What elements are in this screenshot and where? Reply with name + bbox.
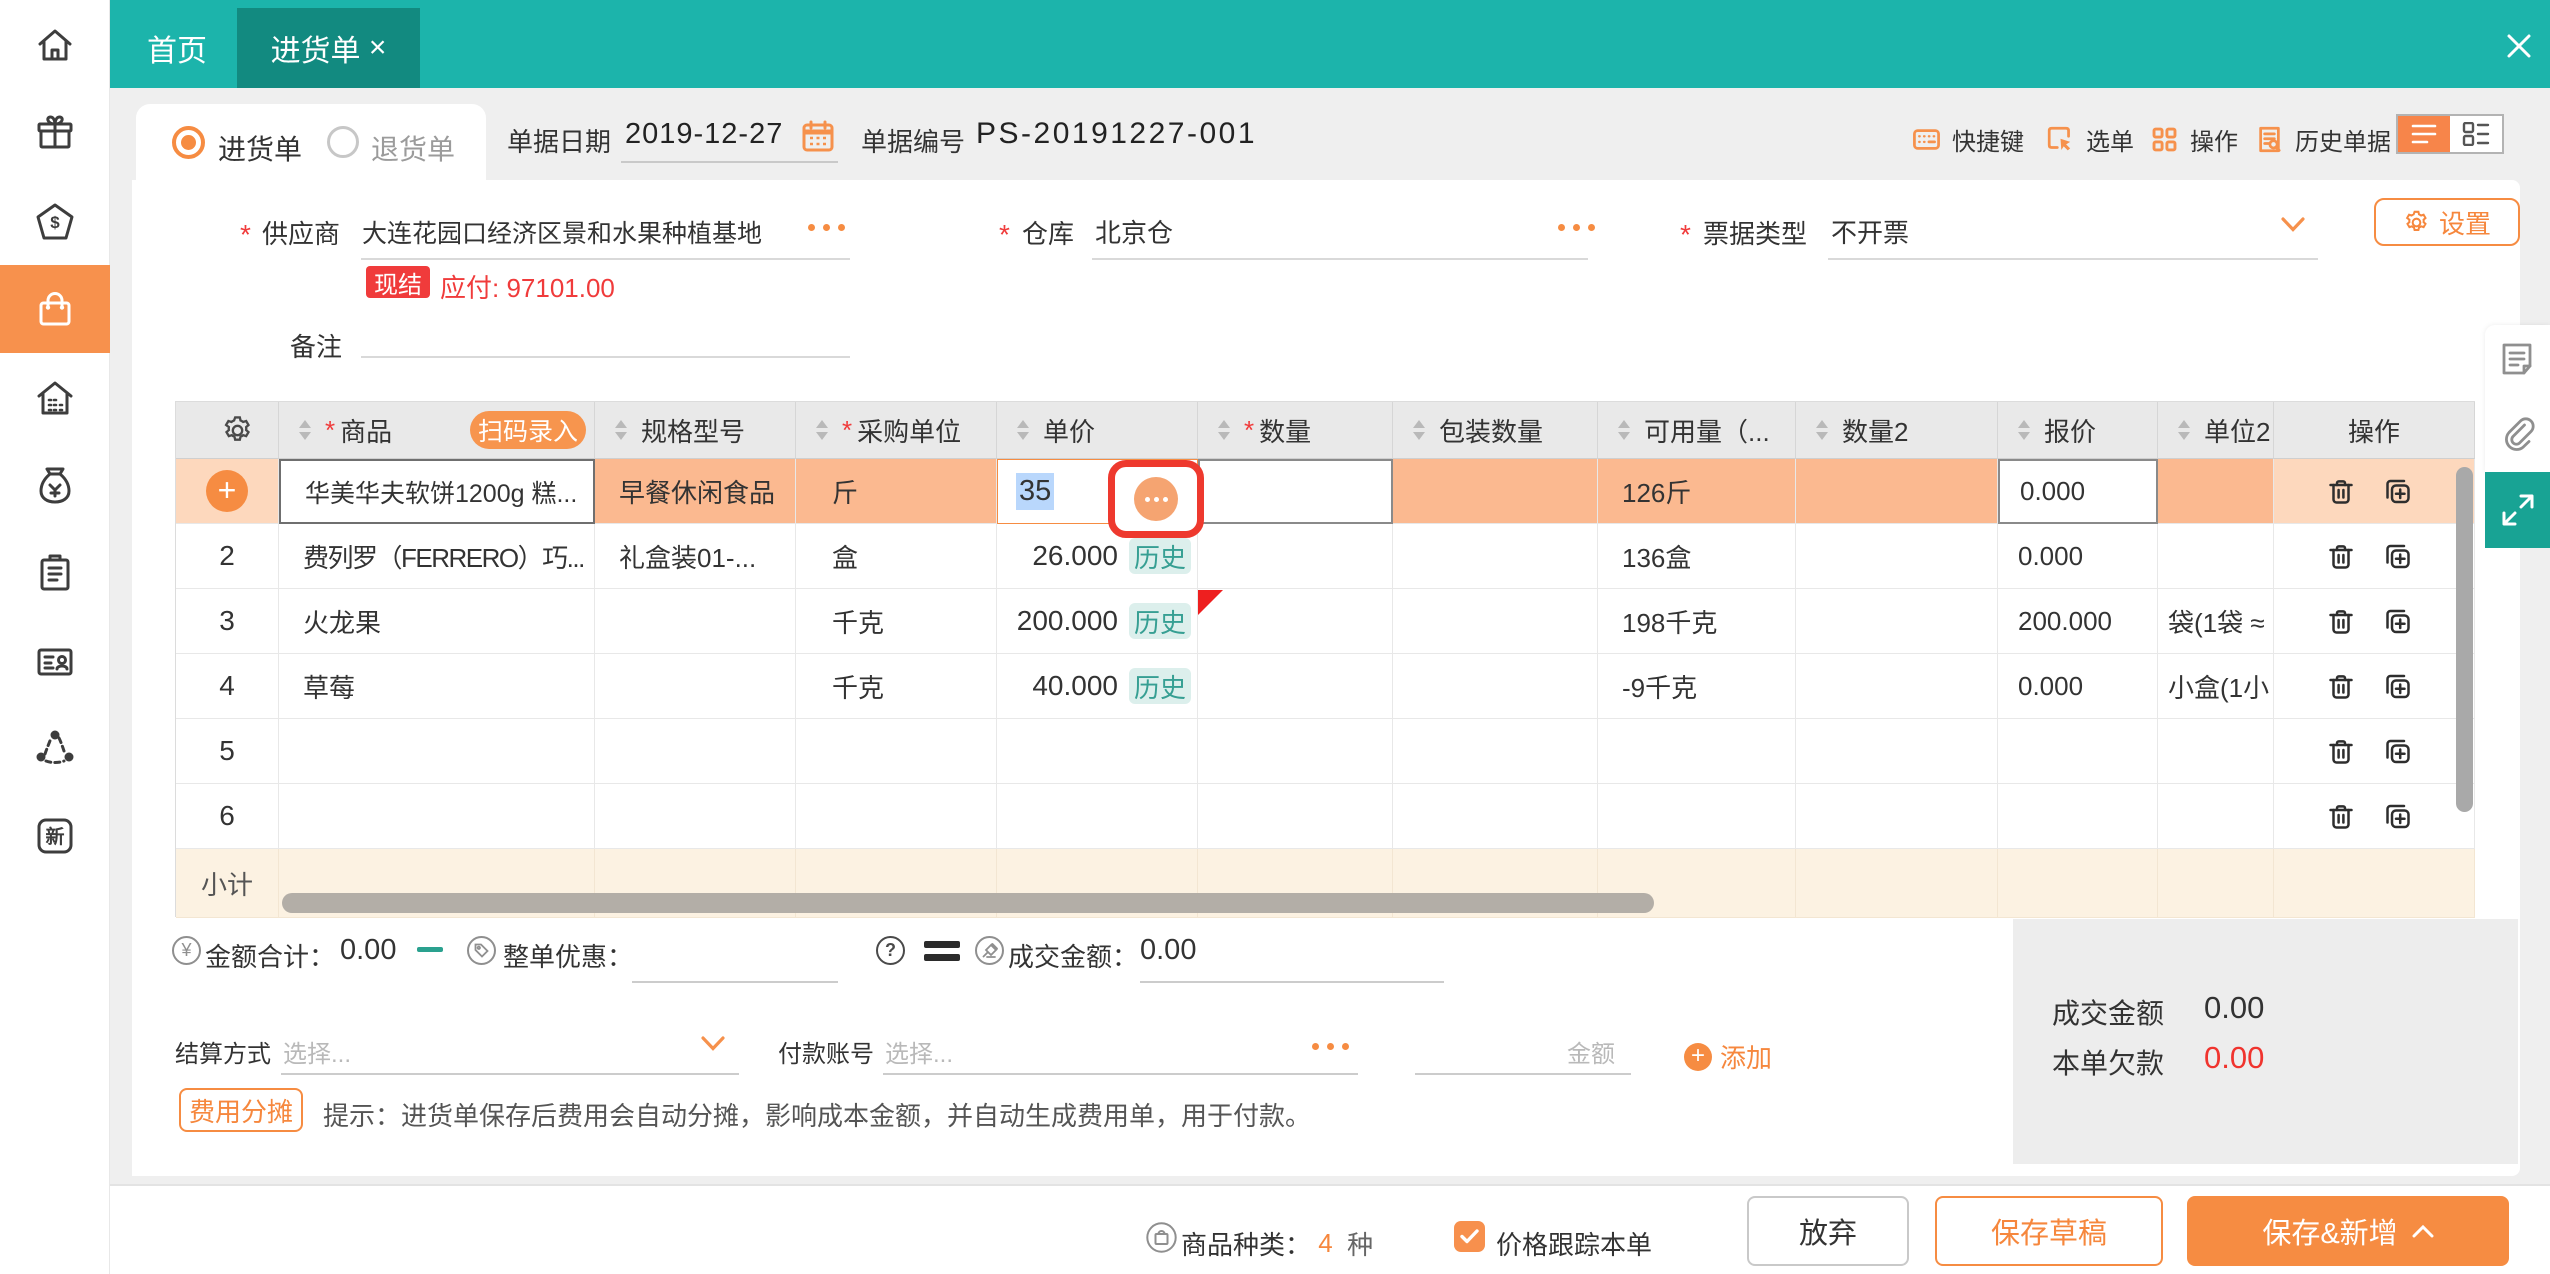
svg-text:新: 新	[45, 825, 64, 848]
svg-text:$: $	[50, 213, 60, 232]
